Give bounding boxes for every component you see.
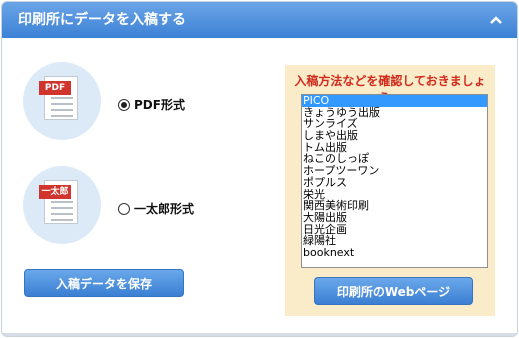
ichitaro-file-icon: 一太郎 — [23, 166, 101, 244]
upload-dialog: 印刷所にデータを入稿する PDF PDF形式 一太郎 一太郎形式 入稿データを保… — [1, 1, 518, 337]
printer-panel: 入稿方法などを確認しておきましょう。 PICO きょうゆう出版 サンライズ しま… — [285, 65, 495, 316]
ichitaro-format-label: 一太郎形式 — [134, 202, 195, 216]
list-item[interactable]: PICO — [302, 95, 487, 107]
printer-web-page-button[interactable]: 印刷所のWebページ — [314, 277, 473, 305]
pdf-file-icon: PDF — [23, 62, 101, 140]
list-item[interactable]: ポプルス — [302, 177, 487, 189]
list-item[interactable]: 大陽出版 — [302, 212, 487, 224]
printer-web-page-label: 印刷所のWebページ — [336, 284, 451, 299]
collapse-button[interactable] — [487, 11, 505, 29]
chevron-up-icon — [490, 16, 502, 24]
pdf-tag: PDF — [39, 81, 71, 95]
pdf-format-label: PDF形式 — [134, 98, 185, 112]
dialog-title: 印刷所にデータを入稿する — [18, 12, 186, 28]
ichitaro-format-radio[interactable]: 一太郎形式 — [118, 200, 194, 217]
dialog-bottom-border — [2, 333, 517, 336]
pdf-format-radio[interactable]: PDF形式 — [118, 96, 185, 113]
list-item[interactable]: booknext — [302, 247, 487, 259]
printer-listbox[interactable]: PICO きょうゆう出版 サンライズ しまや出版 トム出版 ねこのしっぽ ホープ… — [301, 94, 488, 268]
list-item[interactable]: しまや出版 — [302, 130, 487, 142]
save-upload-data-button[interactable]: 入稿データを保存 — [24, 269, 184, 297]
dialog-header: 印刷所にデータを入稿する — [2, 2, 517, 38]
radio-unchecked-icon — [118, 202, 130, 215]
save-upload-data-label: 入稿データを保存 — [55, 276, 152, 291]
ichitaro-tag: 一太郎 — [39, 185, 71, 199]
radio-checked-icon — [118, 98, 130, 111]
